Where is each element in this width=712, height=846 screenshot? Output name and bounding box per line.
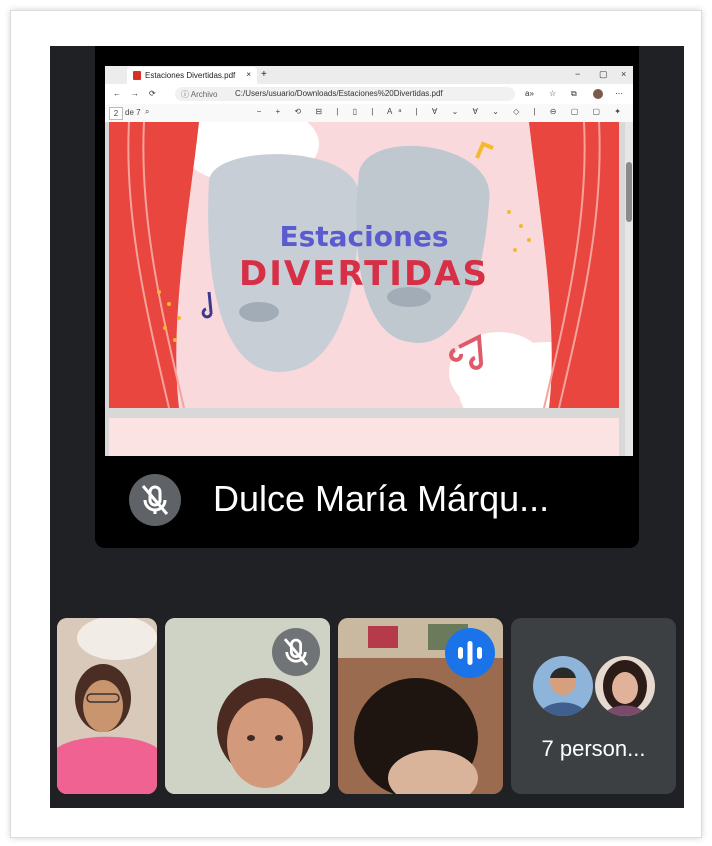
mic-off-badge [272, 628, 320, 676]
speaking-indicator [445, 628, 495, 678]
site-info[interactable]: ⓘ Archivo [181, 89, 217, 100]
slide-page: Estaciones DIVERTIDAS [109, 122, 619, 408]
url-text: C:/Users/usuario/Downloads/Estaciones%20… [235, 89, 443, 98]
minimize-button[interactable]: − [575, 69, 580, 79]
new-tab-button[interactable]: + [261, 69, 267, 80]
search-icon[interactable]: ⌕ [145, 107, 149, 117]
mic-off-icon [141, 485, 169, 515]
browser-tab[interactable]: Estaciones Divertidas.pdf × [127, 67, 257, 84]
more-participants-label: 7 person... [541, 736, 646, 761]
presentation-tile[interactable]: Estaciones Divertidas.pdf × + − ▢ × ← → … [95, 46, 639, 548]
address-bar: ← → ⟳ ⓘ Archivo C:/Users/usuario/Downloa… [105, 84, 633, 105]
tab-title: Estaciones Divertidas.pdf [145, 71, 236, 80]
profile-avatar[interactable] [593, 89, 603, 99]
tab-close-button[interactable]: × [246, 70, 251, 79]
pdf-scrollbar[interactable] [625, 122, 633, 456]
pdf-toolbar: 2 de 7 ⌕ − + ⟲ ⊟ | ▯ | Aᵃ | ∀ ⌄ ∀ ⌄ ◇ | … [105, 104, 633, 123]
shared-browser-window: Estaciones Divertidas.pdf × + − ▢ × ← → … [105, 66, 633, 456]
mic-off-badge [129, 474, 181, 526]
mic-off-icon [283, 638, 309, 666]
refresh-icon[interactable]: ⟳ [149, 89, 156, 98]
back-icon[interactable]: ← [113, 89, 121, 98]
pdf-icon [133, 71, 141, 80]
pdf-viewer[interactable]: Estaciones DIVERTIDAS [105, 122, 633, 456]
presenter-name: Dulce María Márqu... [213, 478, 550, 519]
maximize-button[interactable]: ▢ [599, 69, 608, 80]
next-pdf-page [109, 418, 619, 456]
participant-tile[interactable] [165, 618, 330, 794]
more-menu-icon[interactable]: ⋯ [615, 89, 623, 98]
more-participants-tile[interactable]: 7 person... [511, 618, 676, 794]
participant-avatar [531, 654, 595, 718]
participant-tile[interactable] [338, 618, 503, 794]
participant-video [57, 618, 157, 794]
page-number-input[interactable]: 2 [109, 107, 123, 120]
scrollbar-thumb[interactable] [626, 162, 632, 222]
slide-title-line2: DIVERTIDAS [239, 254, 489, 294]
url-field[interactable]: ⓘ Archivo C:/Users/usuario/Downloads/Est… [175, 87, 515, 101]
favorite-icon[interactable]: ☆ [549, 89, 556, 98]
participant-avatar [593, 654, 657, 718]
browser-tab-bar: Estaciones Divertidas.pdf × + − ▢ × [105, 66, 633, 84]
read-aloud-icon[interactable]: a» [525, 89, 534, 98]
page-count: de 7 [125, 108, 141, 117]
presenter-bar: Dulce María Márqu... [95, 458, 639, 548]
forward-icon[interactable]: → [131, 89, 139, 98]
meet-window: Estaciones Divertidas.pdf × + − ▢ × ← → … [50, 46, 684, 808]
close-window-button[interactable]: × [621, 69, 626, 79]
audio-levels-icon [458, 641, 482, 665]
participant-tile[interactable] [57, 618, 157, 794]
slide-title-line1: Estaciones [279, 220, 449, 253]
pdf-tools-icons[interactable]: − + ⟲ ⊟ | ▯ | Aᵃ | ∀ ⌄ ∀ ⌄ ◇ | ⊖ ▢ ▢ ✦ [257, 107, 627, 116]
collections-icon[interactable]: ⧉ [571, 89, 577, 99]
